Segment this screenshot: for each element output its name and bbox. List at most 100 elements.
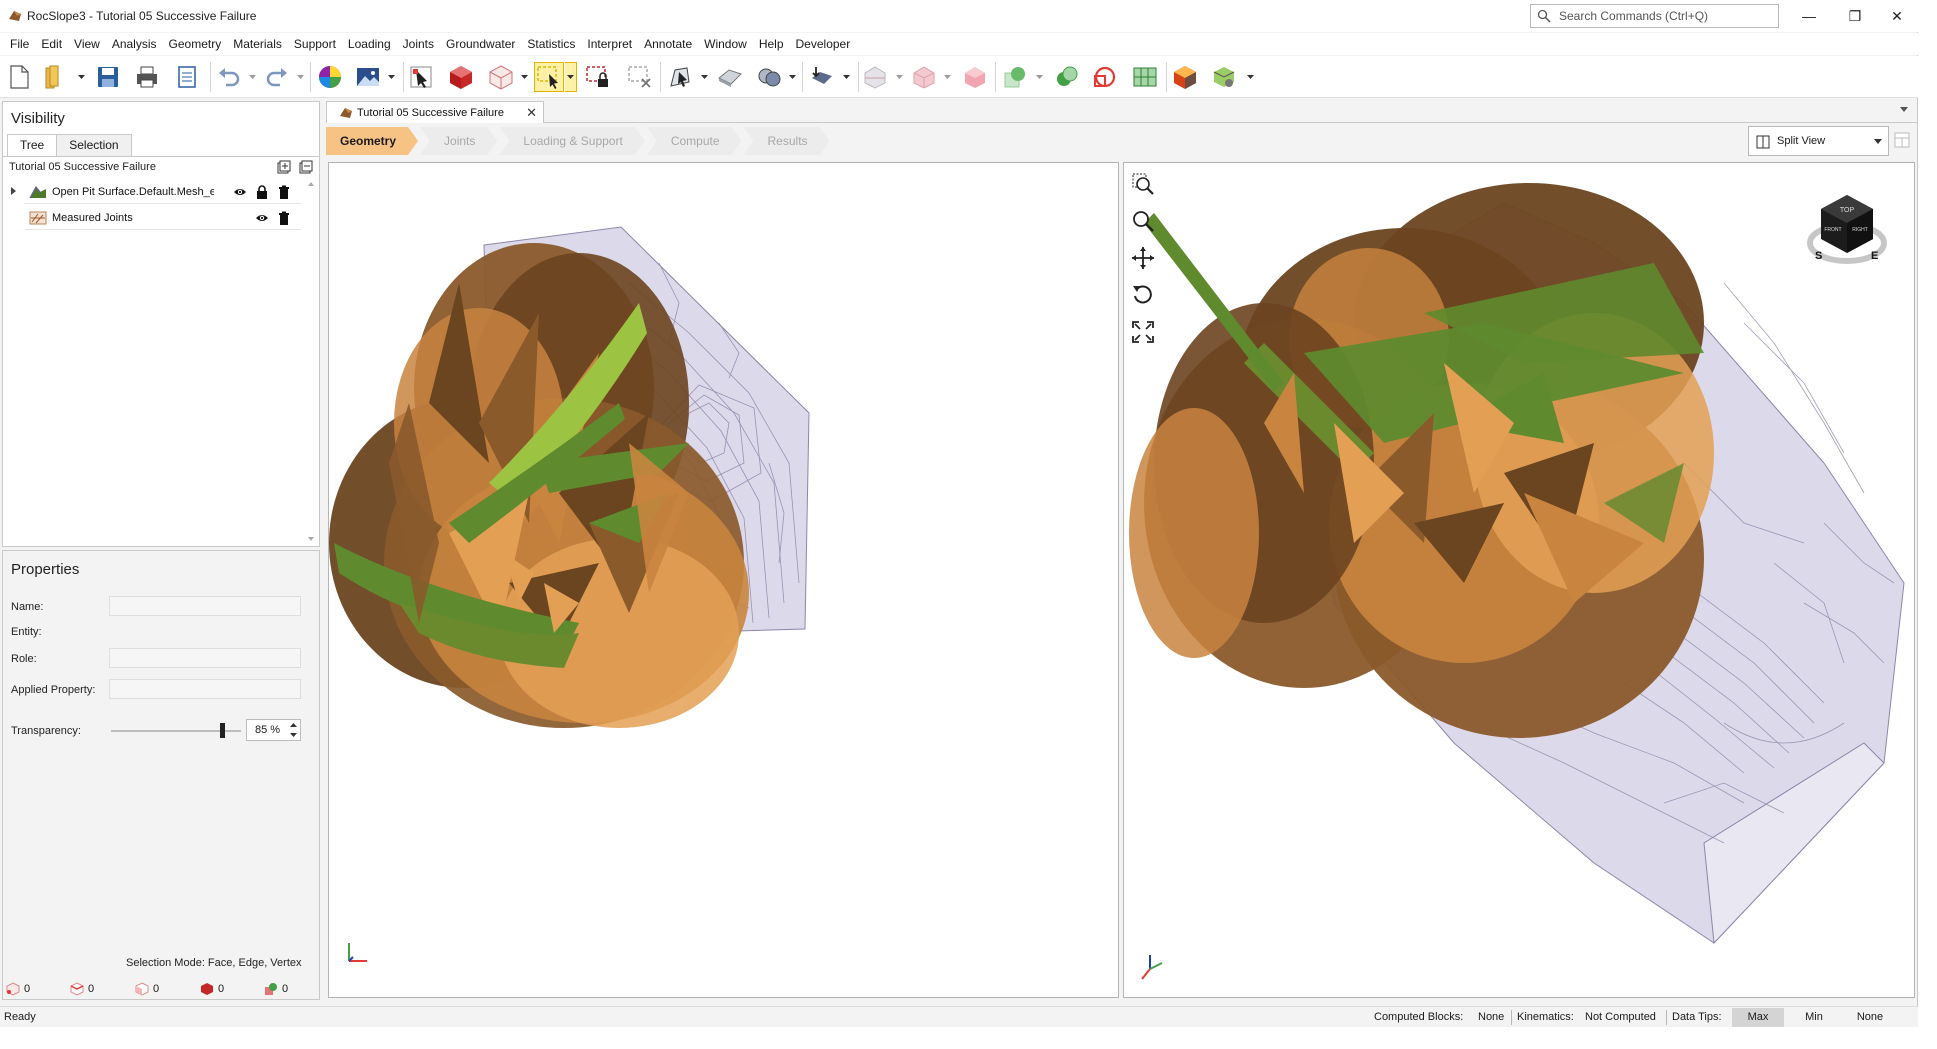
undo-dropdown-icon[interactable] xyxy=(248,73,256,81)
menu-view[interactable]: View xyxy=(68,33,106,55)
select-tool-dropdown-icon[interactable] xyxy=(700,73,708,81)
menu-developer[interactable]: Developer xyxy=(790,33,857,55)
tab-selection[interactable]: Selection xyxy=(56,134,132,156)
zoom-extents-icon[interactable] xyxy=(1130,319,1156,345)
transparency-spinner[interactable]: 85 % xyxy=(246,719,301,741)
save-icon[interactable] xyxy=(93,62,123,92)
menu-support[interactable]: Support xyxy=(288,33,342,55)
workflow-step-loading-support[interactable]: Loading & Support xyxy=(499,127,644,155)
color-wheel-icon[interactable] xyxy=(315,62,345,92)
workflow-step-geometry[interactable]: Geometry xyxy=(326,127,418,155)
print-icon[interactable] xyxy=(132,62,162,92)
tree-item-open-pit-surface[interactable]: Open Pit Surface.Default.Mesh_exte xyxy=(11,180,301,204)
merge-icon[interactable] xyxy=(754,62,784,92)
surface-icon[interactable] xyxy=(715,62,745,92)
menu-loading[interactable]: Loading xyxy=(342,33,397,55)
menu-geometry[interactable]: Geometry xyxy=(163,33,228,55)
view-layout-icon[interactable] xyxy=(1894,132,1910,148)
green-add-icon[interactable] xyxy=(1000,62,1030,92)
select-tool-icon[interactable] xyxy=(665,62,695,92)
restore-button[interactable]: ❐ xyxy=(1832,0,1878,32)
tab-list-dropdown-icon[interactable] xyxy=(1900,107,1908,112)
expand-arrow-icon[interactable] xyxy=(11,187,16,195)
package-icon[interactable] xyxy=(1209,62,1239,92)
open-folder-icon[interactable] xyxy=(40,62,70,92)
split-view-select[interactable]: Split View xyxy=(1748,126,1889,156)
undo-icon[interactable] xyxy=(214,62,244,92)
select-rectangle-icon[interactable] xyxy=(534,62,564,92)
document-tab[interactable]: Tutorial 05 Successive Failure ✕ xyxy=(326,101,544,123)
rotate-icon[interactable] xyxy=(1130,282,1156,308)
menu-analysis[interactable]: Analysis xyxy=(106,33,163,55)
cut-icon[interactable] xyxy=(860,62,890,92)
viewport-right[interactable]: TOP FRONT RIGHT S E xyxy=(1123,162,1915,998)
menu-groundwater[interactable]: Groundwater xyxy=(440,33,521,55)
pink-block-icon[interactable] xyxy=(960,62,990,92)
green-add-dropdown-icon[interactable] xyxy=(1035,73,1043,81)
image-export-icon[interactable] xyxy=(353,62,383,92)
support-icon[interactable] xyxy=(806,62,836,92)
export-report-icon[interactable] xyxy=(172,62,202,92)
workflow-step-compute[interactable]: Compute xyxy=(647,127,742,155)
tree-item-measured-joints[interactable]: Measured Joints xyxy=(25,206,301,230)
eye-icon[interactable] xyxy=(255,211,269,225)
tree-scrollbar[interactable] xyxy=(305,180,317,544)
pick-tool-icon[interactable] xyxy=(406,62,436,92)
menu-file[interactable]: File xyxy=(4,33,35,55)
zoom-icon[interactable] xyxy=(1130,208,1156,234)
face-icon[interactable] xyxy=(909,62,939,92)
role-select[interactable] xyxy=(109,648,301,668)
minimize-button[interactable]: — xyxy=(1786,0,1832,32)
render-block-icon[interactable] xyxy=(1170,62,1200,92)
package-dropdown-icon[interactable] xyxy=(1246,73,1254,81)
lock-icon[interactable] xyxy=(255,185,269,199)
menu-edit[interactable]: Edit xyxy=(35,33,68,55)
red-intersect-icon[interactable] xyxy=(1090,62,1120,92)
command-search-input[interactable] xyxy=(1559,7,1769,25)
select-rectangle-dropdown[interactable] xyxy=(565,62,577,92)
tab-tree[interactable]: Tree xyxy=(7,134,58,156)
menu-materials[interactable]: Materials xyxy=(227,33,288,55)
name-field[interactable] xyxy=(109,596,301,616)
menu-statistics[interactable]: Statistics xyxy=(521,33,581,55)
menu-interpret[interactable]: Interpret xyxy=(581,33,638,55)
data-tips-none-button[interactable]: None xyxy=(1844,1008,1896,1027)
wire-block-icon[interactable] xyxy=(486,62,516,92)
block-dropdown-icon[interactable] xyxy=(520,73,528,81)
redo-icon[interactable] xyxy=(262,62,292,92)
workflow-step-joints[interactable]: Joints xyxy=(420,127,497,155)
data-tips-min-button[interactable]: Min xyxy=(1788,1008,1840,1027)
cut-dropdown-icon[interactable] xyxy=(895,73,903,81)
spin-down-icon[interactable] xyxy=(288,731,298,740)
pan-icon[interactable] xyxy=(1130,245,1156,271)
command-search[interactable] xyxy=(1530,4,1779,28)
green-subtract-icon[interactable] xyxy=(1052,62,1082,92)
delete-icon[interactable] xyxy=(277,185,291,199)
merge-dropdown-icon[interactable] xyxy=(788,73,796,81)
viewport-left[interactable] xyxy=(328,162,1119,998)
close-tab-icon[interactable]: ✕ xyxy=(526,105,537,121)
applied-property-select[interactable] xyxy=(109,679,301,699)
grid-icon[interactable] xyxy=(1130,62,1160,92)
expand-all-icon[interactable] xyxy=(277,160,291,174)
delete-icon[interactable] xyxy=(277,211,291,225)
image-dropdown-icon[interactable] xyxy=(387,73,395,81)
solid-block-icon[interactable] xyxy=(446,62,476,92)
new-file-icon[interactable] xyxy=(4,62,34,92)
transparency-slider-thumb[interactable] xyxy=(219,723,225,738)
deselect-icon[interactable] xyxy=(625,62,655,92)
eye-icon[interactable] xyxy=(233,185,247,199)
redo-dropdown-icon[interactable] xyxy=(296,73,304,81)
menu-help[interactable]: Help xyxy=(753,33,790,55)
zoom-window-icon[interactable] xyxy=(1130,171,1156,197)
data-tips-max-button[interactable]: Max xyxy=(1732,1008,1784,1027)
face-dropdown-icon[interactable] xyxy=(943,73,951,81)
select-lock-icon[interactable] xyxy=(583,62,613,92)
open-dropdown-icon[interactable] xyxy=(77,73,85,81)
close-button[interactable]: ✕ xyxy=(1874,0,1920,32)
collapse-all-icon[interactable] xyxy=(299,160,313,174)
spin-up-icon[interactable] xyxy=(288,721,298,730)
navigation-cube-icon[interactable]: TOP FRONT RIGHT S E xyxy=(1807,189,1887,269)
menu-joints[interactable]: Joints xyxy=(397,33,440,55)
workflow-step-results[interactable]: Results xyxy=(744,127,830,155)
